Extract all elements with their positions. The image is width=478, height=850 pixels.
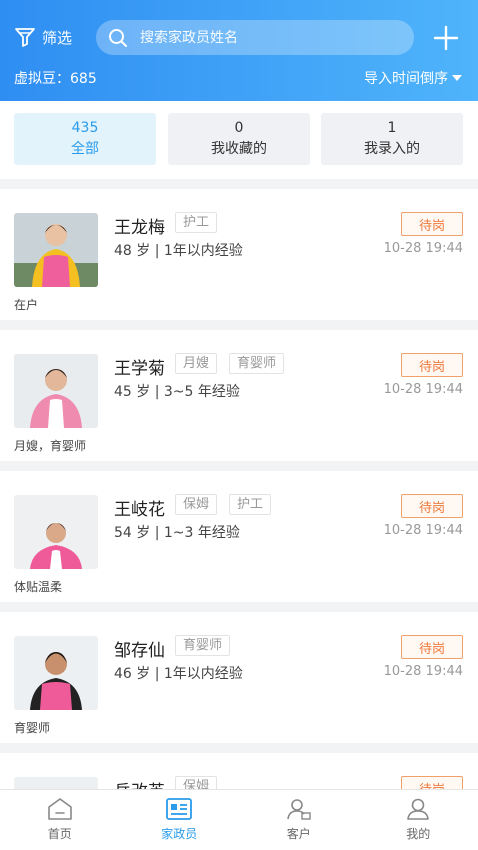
sort-dropdown[interactable]: 导入时间倒序 (364, 68, 462, 88)
worker-card[interactable]: 王龙梅 护工 待岗 48 岁 | 1年以内经验 10-28 19:44 在户 (0, 189, 478, 320)
filter-icon (15, 28, 35, 47)
skill-tag: 育婴师 (229, 353, 285, 374)
tab-favorites[interactable]: 0 我收藏的 (168, 113, 310, 165)
worker-name: 王岐花 (114, 500, 165, 520)
skill-tag: 月嫂 (175, 353, 218, 374)
worker-info: 54 岁 | 1~3 年经验 (114, 525, 240, 541)
import-time: 10-28 19:44 (383, 382, 463, 397)
worker-photo (14, 495, 98, 569)
nav-mine[interactable]: 我的 (359, 790, 478, 850)
add-icon[interactable] (432, 24, 460, 52)
top-header: 筛选 虚拟豆：685 导入时间倒序 (0, 0, 478, 101)
search-icon (109, 28, 127, 47)
worker-photo (14, 354, 98, 428)
skill-tag: 育婴师 (175, 635, 231, 656)
home-icon (47, 798, 72, 820)
worker-tags: 月嫂 育婴师 (175, 353, 285, 374)
status-badge: 待岗 (401, 635, 463, 659)
status-badge: 待岗 (401, 494, 463, 518)
worker-name: 王学菊 (114, 359, 165, 379)
worker-card[interactable]: 王学菊 月嫂 育婴师 待岗 45 岁 | 3~5 年经验 10-28 19:44… (0, 330, 478, 461)
client-icon (286, 799, 311, 820)
tab-count: 435 (71, 120, 99, 136)
tab-all[interactable]: 435 全部 (14, 113, 156, 165)
worker-photo (14, 213, 98, 287)
nav-label: 首页 (47, 827, 72, 841)
worker-note: 月嫂，育婴师 (14, 439, 87, 453)
sort-label: 导入时间倒序 (364, 71, 448, 87)
worker-info: 45 岁 | 3~5 年经验 (114, 384, 240, 400)
skill-tag: 保姆 (175, 494, 218, 515)
user-icon (407, 798, 430, 820)
nav-label: 客户 (286, 827, 311, 841)
status-badge: 待岗 (401, 353, 463, 377)
worker-tags: 护工 (175, 212, 218, 233)
import-time: 10-28 19:44 (383, 523, 463, 538)
tab-count: 1 (387, 120, 397, 136)
worker-info: 46 岁 | 1年以内经验 (114, 666, 243, 682)
import-time: 10-28 19:44 (383, 241, 463, 256)
worker-name: 邹存仙 (114, 641, 165, 661)
worker-tags: 保姆 护工 (175, 494, 272, 515)
import-time: 10-28 19:44 (383, 664, 463, 679)
nav-clients[interactable]: 客户 (239, 790, 359, 850)
skill-tag: 护工 (175, 212, 218, 233)
tab-my-entries[interactable]: 1 我录入的 (321, 113, 463, 165)
bottom-nav: 首页 家政员 客户 我的 (0, 789, 478, 850)
worker-note: 在户 (14, 298, 39, 312)
filter-label: 筛选 (42, 28, 73, 47)
nav-home[interactable]: 首页 (0, 790, 120, 850)
worker-note: 体贴温柔 (14, 580, 63, 594)
worker-card[interactable]: 邹存仙 育婴师 待岗 46 岁 | 1年以内经验 10-28 19:44 育婴师 (0, 612, 478, 743)
worker-card[interactable]: 王岐花 保姆 护工 待岗 54 岁 | 1~3 年经验 10-28 19:44 … (0, 471, 478, 602)
tab-label: 我录入的 (364, 141, 420, 157)
tab-label: 我收藏的 (211, 141, 267, 157)
tab-count: 0 (234, 120, 244, 136)
worker-info: 48 岁 | 1年以内经验 (114, 243, 243, 259)
category-tabs: 435 全部 0 我收藏的 1 我录入的 (0, 101, 478, 179)
nav-workers[interactable]: 家政员 (120, 790, 240, 850)
nav-label: 我的 (406, 827, 431, 841)
worker-name: 王龙梅 (114, 218, 165, 238)
search-bar[interactable] (96, 20, 414, 55)
worker-photo (14, 636, 98, 710)
worker-note: 育婴师 (14, 721, 51, 735)
search-input[interactable] (140, 29, 380, 46)
caret-down-icon (452, 75, 462, 81)
status-badge: 待岗 (401, 212, 463, 236)
filter-button[interactable]: 筛选 (14, 26, 72, 48)
worker-tags: 育婴师 (175, 635, 231, 656)
id-card-icon (166, 798, 193, 820)
skill-tag: 护工 (229, 494, 272, 515)
beans-balance: 虚拟豆：685 (14, 71, 97, 87)
tab-label: 全部 (71, 141, 99, 157)
nav-label: 家政员 (161, 827, 198, 841)
